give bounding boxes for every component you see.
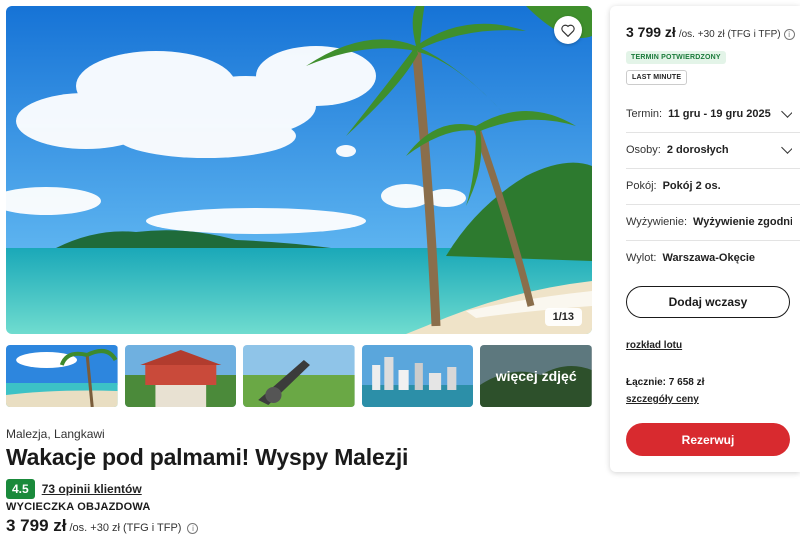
term-value: 11 gru - 19 gru 2025: [668, 108, 771, 120]
departure-value: Warszawa-Okęcie: [662, 252, 755, 264]
board-label: Wyżywienie:: [626, 216, 688, 228]
board-value: Wyżywienie zgodni…: [693, 216, 792, 228]
persons-value: 2 dorosłych: [666, 144, 729, 156]
room-field[interactable]: Pokój: Pokój 2 os.: [626, 180, 792, 192]
departure-field[interactable]: Wylot: Warszawa-Okęcie: [626, 252, 792, 264]
beach-photo: [6, 6, 592, 334]
temple-thumb-image: [124, 345, 237, 407]
offer-price-value: 3 799 zł: [6, 516, 67, 535]
panel-price-value: 3 799 zł: [626, 24, 676, 40]
chevron-down-icon: [781, 144, 792, 154]
info-icon[interactable]: i: [187, 523, 199, 534]
beach-thumb-image: [6, 345, 118, 407]
thumbnail-cannon[interactable]: [243, 345, 355, 407]
rating-row: 4.5 73 opinii klientów: [6, 479, 142, 499]
term-label: Termin:: [626, 108, 663, 120]
divider: [626, 204, 800, 205]
heart-icon: [561, 24, 575, 37]
badge-last-minute: LAST MINUTE: [626, 70, 688, 85]
divider: [626, 168, 800, 169]
panel-price-suffix: /os. +30 zł (TFG i TFP): [678, 29, 781, 40]
info-icon[interactable]: i: [783, 29, 795, 40]
divider: [626, 132, 800, 133]
reserve-button[interactable]: Rezerwuj: [626, 423, 790, 456]
city-thumb-image: [361, 345, 474, 407]
board-field[interactable]: Wyżywienie: Wyżywienie zgodni…: [626, 216, 792, 228]
price-details-link[interactable]: szczegóły ceny: [626, 394, 699, 405]
add-holiday-button[interactable]: Dodaj wczasy: [626, 286, 790, 318]
main-photo[interactable]: 1/13: [6, 6, 592, 334]
cannon-thumb-image: [243, 345, 355, 407]
thumbnail-temple[interactable]: [124, 345, 237, 407]
flight-schedule-link[interactable]: rozkład lotu: [626, 340, 682, 351]
offer-price-suffix: /os. +30 zł (TFG i TFP): [69, 522, 182, 534]
reviews-link[interactable]: 73 opinii klientów: [42, 482, 142, 496]
offer-title: Wakacje pod palmami! Wyspy Malezji: [6, 444, 409, 470]
booking-panel: 3 799 zł /os. +30 zł (TFG i TFP) i TERMI…: [610, 6, 800, 472]
term-select[interactable]: Termin: 11 gru - 19 gru 2025: [626, 108, 792, 120]
trip-type: WYCIECZKA OBJAZDOWA: [6, 501, 151, 513]
chevron-down-icon: [781, 108, 792, 118]
photo-counter: 1/13: [544, 308, 582, 326]
divider: [626, 240, 800, 241]
offer-location: Malezja, Langkawi: [6, 427, 105, 441]
total-price: Łącznie: 7 658 zł: [626, 377, 705, 388]
room-value: Pokój 2 os.: [662, 180, 721, 192]
departure-label: Wylot:: [626, 252, 657, 264]
favorite-button[interactable]: [554, 16, 582, 44]
thumbnail-beach[interactable]: [6, 345, 118, 407]
rating-score: 4.5: [6, 479, 35, 499]
thumbnail-strip: więcej zdjęć: [6, 345, 592, 407]
thumbnail-more-photos[interactable]: więcej zdjęć: [480, 345, 592, 407]
offer-price: 3 799 zł /os. +30 zł (TFG i TFP) i: [6, 516, 199, 536]
room-label: Pokój:: [626, 180, 657, 192]
thumbnail-city[interactable]: [361, 345, 474, 407]
badge-confirmed: TERMIN POTWIERDZONY: [626, 51, 726, 64]
panel-price: 3 799 zł /os. +30 zł (TFG i TFP) i: [626, 24, 795, 40]
persons-select[interactable]: Osoby: 2 dorosłych: [626, 144, 792, 156]
offer-page: 1/13 więcej zdjęć Malezja, Langkawi Waka…: [0, 0, 800, 537]
persons-label: Osoby:: [626, 144, 661, 156]
more-photos-label: więcej zdjęć: [480, 345, 592, 407]
